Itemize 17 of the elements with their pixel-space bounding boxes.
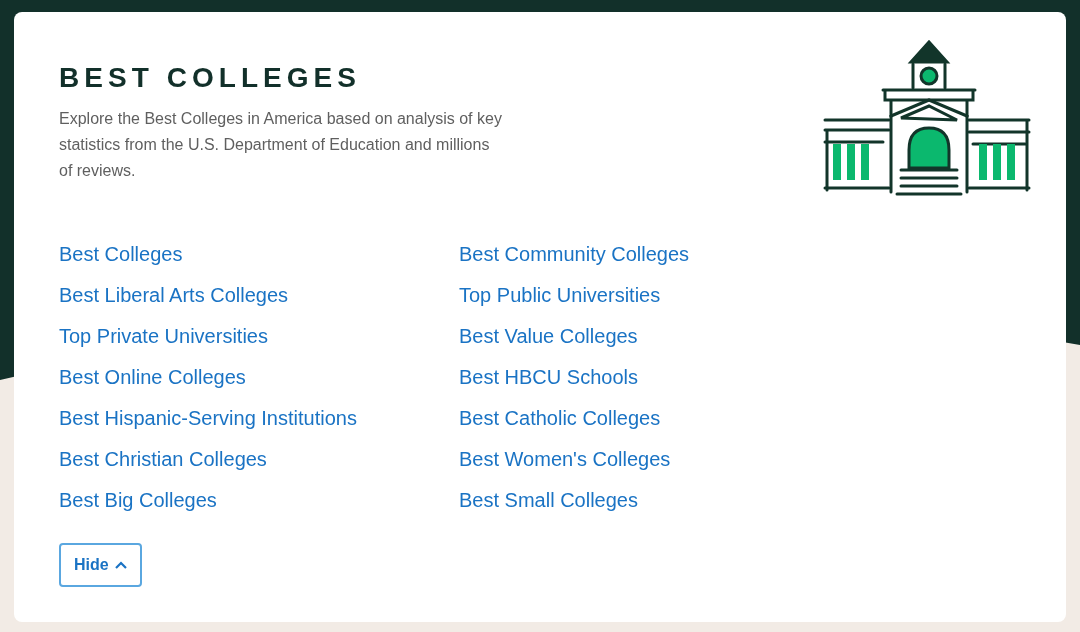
college-list-link[interactable]: Best Big Colleges xyxy=(59,480,217,521)
college-list-link[interactable]: Best Catholic Colleges xyxy=(459,398,661,439)
college-list-link[interactable]: Best Value Colleges xyxy=(459,316,638,357)
college-list-link[interactable]: Best Small Colleges xyxy=(459,480,638,521)
college-list-link[interactable]: Top Public Universities xyxy=(459,275,661,316)
college-list-link[interactable]: Best Community Colleges xyxy=(459,234,690,275)
college-list-link[interactable]: Best Online Colleges xyxy=(59,357,246,398)
section-description: Explore the Best Colleges in America based on analysis of key statistics from the U.S. Department of Education and millions of reviews. xyxy=(59,109,503,181)
college-list-link[interactable]: Best Hispanic-Serving Institutions xyxy=(59,398,357,439)
college-list-link[interactable]: Best Christian Colleges xyxy=(59,439,267,480)
college-list-link[interactable]: Best Colleges xyxy=(59,234,183,275)
college-list-link[interactable]: Best HBCU Schools xyxy=(459,357,638,398)
hide-toggle-button[interactable]: Hide xyxy=(59,543,142,587)
college-list-link[interactable]: Best Liberal Arts Colleges xyxy=(59,275,288,316)
college-list-link[interactable]: Top Private Universities xyxy=(59,316,268,357)
college-list-link[interactable]: Best Women's Colleges xyxy=(459,439,671,480)
section-title: BEST COLLEGES xyxy=(59,62,362,94)
